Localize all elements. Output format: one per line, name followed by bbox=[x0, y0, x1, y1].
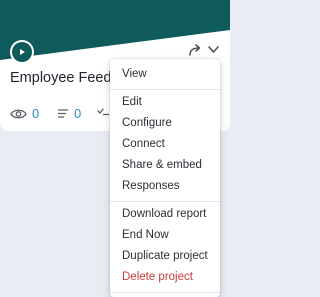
eye-icon bbox=[10, 109, 27, 118]
menu-item-view[interactable]: View bbox=[122, 67, 147, 81]
check-list-icon bbox=[97, 108, 109, 116]
menu-divider bbox=[110, 292, 220, 293]
menu-item-share-embed[interactable]: Share & embed bbox=[122, 158, 202, 172]
menu-item-responses[interactable]: Responses bbox=[122, 179, 180, 193]
share-icon[interactable] bbox=[188, 43, 204, 57]
list-icon bbox=[58, 109, 68, 118]
project-actions-menu: View Edit Configure Connect Share & embe… bbox=[110, 59, 220, 297]
menu-divider bbox=[110, 201, 220, 202]
chevron-down-icon[interactable] bbox=[207, 45, 220, 55]
menu-item-configure[interactable]: Configure bbox=[122, 116, 172, 130]
play-button[interactable] bbox=[10, 40, 34, 64]
menu-item-duplicate-project[interactable]: Duplicate project bbox=[122, 249, 208, 263]
play-icon bbox=[12, 42, 32, 62]
menu-item-edit[interactable]: Edit bbox=[122, 95, 142, 109]
menu-item-delete-project[interactable]: Delete project bbox=[122, 270, 193, 284]
menu-item-connect[interactable]: Connect bbox=[122, 137, 165, 151]
responses-stat: 0 bbox=[57, 106, 81, 121]
menu-item-end-now[interactable]: End Now bbox=[122, 228, 169, 242]
menu-item-download-report[interactable]: Download report bbox=[122, 207, 206, 221]
project-title[interactable]: Employee Feedl bbox=[10, 70, 115, 86]
menu-divider bbox=[110, 89, 220, 90]
views-stat: 0 bbox=[10, 106, 39, 121]
responses-count: 0 bbox=[74, 106, 82, 121]
completed-stat bbox=[97, 106, 110, 117]
views-count: 0 bbox=[32, 106, 40, 121]
